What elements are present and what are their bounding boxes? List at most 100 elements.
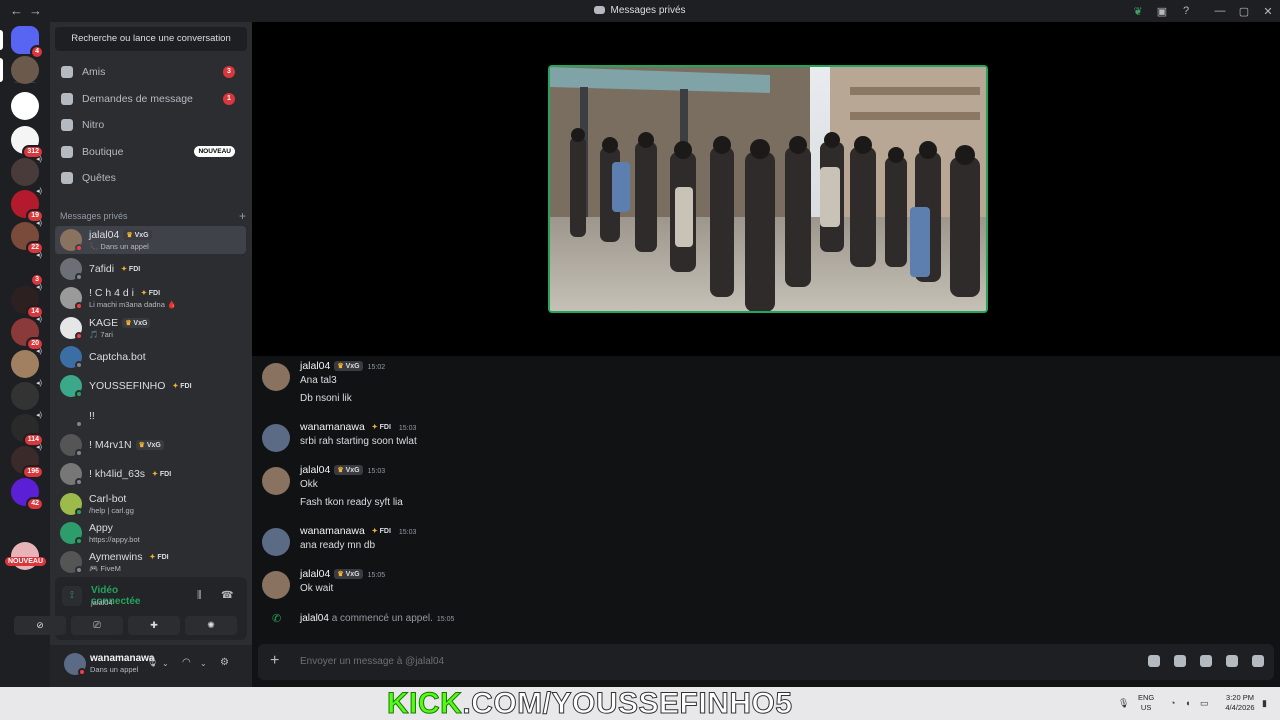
server-icon[interactable]: ◂) 3: [11, 252, 44, 287]
noise-suppression-icon[interactable]: ⫼: [197, 590, 202, 601]
server-icon[interactable]: ◂): [11, 380, 42, 410]
dm-item[interactable]: ! kh4lid_63s ✦ FDI: [55, 460, 246, 488]
gift-icon[interactable]: [1148, 655, 1160, 667]
notifications-icon[interactable]: ▮: [1262, 698, 1267, 709]
dm-username: ! M4rv1N: [89, 439, 132, 451]
message-author[interactable]: wanamanawa: [300, 525, 365, 537]
stream-watermark: KICK.COM/YOUSSEFINHO5: [386, 687, 793, 720]
server-icon[interactable]: ◂) 14: [11, 284, 44, 319]
message-author[interactable]: jalal04: [300, 568, 330, 580]
dm-name-row: Appy: [89, 522, 113, 534]
close-button[interactable]: ✕: [1256, 5, 1280, 18]
dm-item[interactable]: Carl-bot/help | carl.gg: [55, 490, 246, 518]
volume-icon[interactable]: ◖: [1185, 698, 1190, 708]
call-event-time: 15:05: [436, 616, 455, 623]
server-icon[interactable]: ◂) 196: [11, 444, 44, 479]
nav-item-amis[interactable]: Amis 3: [55, 60, 245, 84]
gif-icon[interactable]: [1174, 655, 1186, 667]
dm-item[interactable]: YOUSSEFINHO ✦ FDI: [55, 372, 246, 400]
server-icon[interactable]: ◂) 19: [11, 188, 44, 223]
message-avatar[interactable]: [262, 363, 290, 391]
dm-item[interactable]: !!: [55, 402, 246, 430]
dm-item[interactable]: jalal04 ♛ VxG 📞 Dans un appel: [55, 226, 246, 254]
dm-name-row: ! C h 4 d i ✦ FDI: [89, 287, 163, 299]
street-crowd-video-frame: [550, 67, 986, 311]
screen-share-button[interactable]: ⎚: [71, 616, 123, 635]
call-event-author[interactable]: jalal04: [300, 613, 329, 624]
voice-speaker-icon: ◂): [36, 412, 42, 419]
battery-icon[interactable]: ▭: [1200, 698, 1209, 709]
server-icon[interactable]: [11, 510, 39, 538]
dm-item[interactable]: Appy https://appy.bot: [55, 519, 246, 547]
video-stream-tile[interactable]: [548, 65, 988, 313]
message-author[interactable]: jalal04: [300, 360, 330, 372]
server-icon[interactable]: 42: [11, 478, 44, 511]
voice-channel[interactable]: jalal04: [91, 598, 113, 607]
tag-text: FDI: [159, 471, 172, 478]
sticker-icon[interactable]: [1200, 655, 1212, 667]
nav-item-boutique[interactable]: Boutique NOUVEAU: [55, 140, 245, 164]
message-author[interactable]: jalal04: [300, 464, 330, 476]
server-icon[interactable]: ◂): [11, 348, 42, 378]
nav-item-label: Boutique: [82, 145, 124, 158]
dm-item[interactable]: KAGE ♛ VxG 🎵 7ari: [55, 314, 246, 342]
nav-item-nitro[interactable]: Nitro: [55, 113, 245, 137]
message-input[interactable]: Envoyer un message à @jalal04: [300, 656, 444, 667]
message-avatar[interactable]: [262, 528, 290, 556]
user-status-text: Dans un appel: [90, 665, 139, 674]
dm-name-row: jalal04 ♛ VxG: [89, 229, 152, 241]
headphones-icon[interactable]: ◠: [182, 657, 191, 668]
mic-options-chevron-icon[interactable]: ⌄: [162, 659, 169, 668]
server-icon[interactable]: ◂) 20: [11, 316, 44, 351]
wifi-icon[interactable]: ◔: [1170, 698, 1175, 708]
watermark-url: .COM/YOUSSEFINHO5: [462, 687, 793, 720]
message-avatar[interactable]: [262, 424, 290, 452]
settings-gear-icon[interactable]: ⚙: [220, 657, 229, 668]
signal-icon[interactable]: ⟟: [62, 586, 82, 606]
clock[interactable]: 3:20 PM 4/4/2026: [1220, 693, 1260, 713]
camera-toggle-button[interactable]: ⊘: [14, 616, 66, 635]
nav-item-demandes-de-message[interactable]: Demandes de message 1: [55, 87, 245, 111]
dm-item[interactable]: Aymenwins ✦ FDI 🎮 FiveM: [55, 548, 246, 576]
inbox-icon[interactable]: ▣: [1150, 5, 1174, 18]
message-avatar[interactable]: [262, 571, 290, 599]
soundboard-button[interactable]: ✺: [185, 616, 237, 635]
minimize-button[interactable]: —: [1208, 5, 1232, 17]
server-icon[interactable]: [11, 92, 39, 120]
server-icon[interactable]: [11, 56, 39, 84]
message-text: Ana tal3: [300, 375, 337, 386]
emoji-icon[interactable]: [1226, 655, 1238, 667]
dm-item[interactable]: Captcha.bot: [55, 343, 246, 371]
server-icon[interactable]: 312: [11, 126, 44, 159]
language-indicator[interactable]: ENG US: [1138, 693, 1154, 713]
disconnect-icon[interactable]: ☎: [221, 590, 233, 601]
message-text: ana ready mn db: [300, 540, 376, 551]
server-icon[interactable]: ◂): [11, 156, 42, 186]
add-dm-icon[interactable]: +: [239, 209, 246, 223]
tag-text: VxG: [134, 232, 149, 239]
tag-text: VxG: [345, 363, 360, 370]
guild-tag: ✦ FDI: [369, 526, 394, 536]
help-icon[interactable]: ?: [1174, 5, 1198, 17]
tag-icon: ✦: [371, 424, 380, 431]
apps-icon[interactable]: [1252, 655, 1264, 667]
home-discord-icon[interactable]: 4: [11, 26, 44, 59]
microphone-icon[interactable]: 🎙: [146, 657, 159, 668]
server-icon[interactable]: ◂) 22: [11, 220, 44, 255]
nitro-leaf-icon[interactable]: ❦: [1126, 5, 1150, 18]
voice-speaker-icon: ◂): [36, 348, 42, 355]
maximize-button[interactable]: ▢: [1232, 5, 1256, 18]
message-author[interactable]: wanamanawa: [300, 421, 365, 433]
message-avatar[interactable]: [262, 467, 290, 495]
dm-item[interactable]: ! M4rv1N ♛ VxG: [55, 431, 246, 459]
audio-options-chevron-icon[interactable]: ⌄: [200, 659, 207, 668]
attach-plus-icon[interactable]: +: [270, 653, 279, 669]
dm-item[interactable]: ! C h 4 d i ✦ FDI Li machi m3ana dadna 🩸: [55, 284, 246, 312]
search-conversation-button[interactable]: Recherche ou lance une conversation: [55, 27, 247, 51]
mic-tray-icon[interactable]: 🎙: [1118, 698, 1129, 709]
activities-button[interactable]: ✚: [128, 616, 180, 635]
tag-icon: ♛: [337, 467, 346, 474]
nav-item-quêtes[interactable]: Quêtes: [55, 166, 245, 190]
server-icon[interactable]: ◂) 114: [11, 412, 44, 447]
dm-item[interactable]: 7afidi ✦ FDI: [55, 255, 246, 283]
